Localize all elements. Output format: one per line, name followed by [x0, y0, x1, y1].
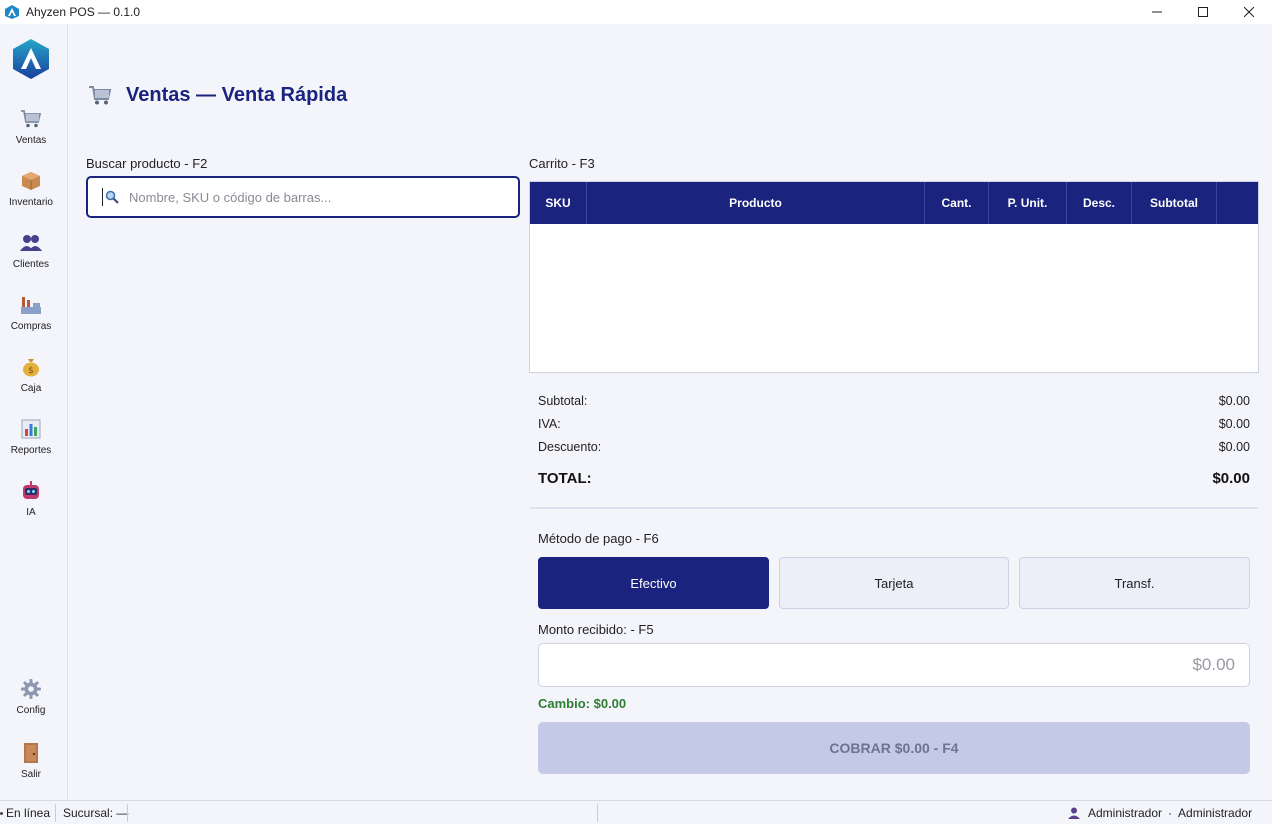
- maximize-button[interactable]: [1180, 0, 1226, 24]
- cart-label: Carrito - F3: [529, 156, 595, 171]
- gear-icon: [20, 678, 42, 700]
- iva-row: IVA: $0.00: [538, 417, 1250, 431]
- close-icon: [1244, 7, 1254, 17]
- sidebar: Ventas Inventario Clientes Compras $ Caj…: [0, 24, 68, 800]
- search-input[interactable]: [129, 189, 489, 205]
- column-header-precio-unitario[interactable]: P. Unit.: [989, 182, 1067, 224]
- title-bar: Ahyzen POS — 0.1.0: [0, 0, 1272, 24]
- payment-efectivo-button[interactable]: Efectivo: [538, 557, 769, 609]
- cart-table-body: [530, 224, 1258, 372]
- subtotal-value: $0.00: [1218, 394, 1250, 408]
- user-icon: [1068, 807, 1080, 819]
- user-role-separator: ·: [1168, 806, 1173, 820]
- cart-icon: [20, 108, 42, 130]
- status-bar: En línea Sucursal: — Administrador · Adm…: [0, 800, 1272, 824]
- cart-table-header: SKU Producto Cant. P. Unit. Desc. Subtot…: [530, 182, 1258, 224]
- status-separator: [55, 804, 56, 822]
- amount-received-input[interactable]: [539, 655, 1249, 675]
- column-header-subtotal[interactable]: Subtotal: [1132, 182, 1217, 224]
- discount-value: $0.00: [1218, 440, 1250, 454]
- user-status: Administrador · Administrador: [1068, 801, 1252, 824]
- payment-method-label: Método de pago - F6: [538, 531, 659, 546]
- robot-icon: [20, 480, 42, 502]
- sidebar-item-label: IA: [26, 507, 36, 518]
- amount-received-field[interactable]: [538, 643, 1250, 687]
- factory-icon: [20, 294, 42, 316]
- maximize-icon: [1198, 7, 1208, 17]
- sidebar-item-ventas[interactable]: Ventas: [0, 106, 62, 162]
- page-header: Ventas — Venta Rápida: [88, 80, 347, 110]
- sidebar-item-label: Inventario: [9, 197, 53, 208]
- column-header-producto[interactable]: Producto: [587, 182, 925, 224]
- svg-text:$: $: [28, 366, 34, 376]
- iva-label: IVA:: [538, 417, 561, 431]
- door-icon: [20, 742, 42, 764]
- minimize-button[interactable]: [1134, 0, 1180, 24]
- sidebar-item-ia[interactable]: IA: [0, 478, 62, 534]
- page-title: Ventas — Venta Rápida: [126, 83, 348, 106]
- connection-status: En línea: [0, 801, 50, 824]
- app-logo-icon: [5, 5, 19, 19]
- minimize-icon: [1152, 11, 1162, 13]
- total-row: TOTAL: $0.00: [538, 470, 1250, 487]
- text-caret: [102, 188, 103, 206]
- column-header-cantidad[interactable]: Cant.: [925, 182, 989, 224]
- sidebar-item-caja[interactable]: $ Caja: [0, 354, 62, 410]
- sidebar-item-compras[interactable]: Compras: [0, 292, 62, 348]
- payment-transfer-button[interactable]: Transf.: [1019, 557, 1250, 609]
- sidebar-item-clientes[interactable]: Clientes: [0, 230, 62, 286]
- charge-button[interactable]: COBRAR $0.00 - F4: [538, 722, 1250, 774]
- users-icon: [20, 232, 42, 254]
- sidebar-item-reportes[interactable]: Reportes: [0, 416, 62, 472]
- change-text: Cambio: $0.00: [538, 696, 627, 711]
- total-value: $0.00: [1212, 470, 1250, 487]
- sidebar-item-inventario[interactable]: Inventario: [0, 168, 62, 224]
- sidebar-item-salir[interactable]: Salir: [0, 740, 62, 796]
- section-divider: [530, 507, 1258, 509]
- close-button[interactable]: [1226, 0, 1272, 24]
- brand-logo: [13, 39, 49, 79]
- chart-icon: [20, 418, 42, 440]
- user-role: Administrador: [1178, 806, 1253, 820]
- sidebar-item-label: Salir: [20, 769, 41, 780]
- cart-icon: [89, 86, 112, 105]
- connection-status-text: En línea: [6, 806, 51, 820]
- window-controls: [1134, 0, 1272, 24]
- cart-table[interactable]: SKU Producto Cant. P. Unit. Desc. Subtot…: [529, 181, 1259, 373]
- sidebar-item-label: Clientes: [12, 259, 50, 270]
- total-label: TOTAL:: [538, 470, 592, 487]
- column-header-sku[interactable]: SKU: [530, 182, 587, 224]
- status-separator: [127, 804, 128, 822]
- subtotal-label: Subtotal:: [538, 394, 588, 408]
- sidebar-item-label: Config: [16, 705, 46, 716]
- search-label: Buscar producto - F2: [86, 156, 208, 171]
- search-icon: [105, 190, 119, 204]
- online-dot-icon: [0, 811, 3, 815]
- status-separator: [597, 804, 598, 822]
- sidebar-item-label: Caja: [20, 383, 42, 394]
- subtotal-row: Subtotal: $0.00: [538, 394, 1250, 408]
- sidebar-item-label: Reportes: [10, 445, 52, 456]
- discount-row: Descuento: $0.00: [538, 440, 1250, 454]
- column-header-descuento[interactable]: Desc.: [1067, 182, 1132, 224]
- search-field[interactable]: [86, 176, 520, 218]
- window-title: Ahyzen POS — 0.1.0: [26, 5, 141, 19]
- payment-tarjeta-button[interactable]: Tarjeta: [779, 557, 1009, 609]
- sidebar-item-label: Ventas: [15, 135, 47, 146]
- sidebar-item-config[interactable]: Config: [0, 676, 62, 732]
- iva-value: $0.00: [1218, 417, 1250, 431]
- sidebar-item-label: Compras: [10, 321, 52, 332]
- amount-received-label: Monto recibido: - F5: [538, 622, 654, 637]
- user-name: Administrador: [1088, 806, 1163, 820]
- branch-status: Sucursal: —: [63, 806, 129, 820]
- box-icon: [20, 170, 42, 192]
- column-header-filler: [1217, 182, 1258, 224]
- money-bag-icon: $: [20, 356, 42, 378]
- discount-label: Descuento:: [538, 440, 602, 454]
